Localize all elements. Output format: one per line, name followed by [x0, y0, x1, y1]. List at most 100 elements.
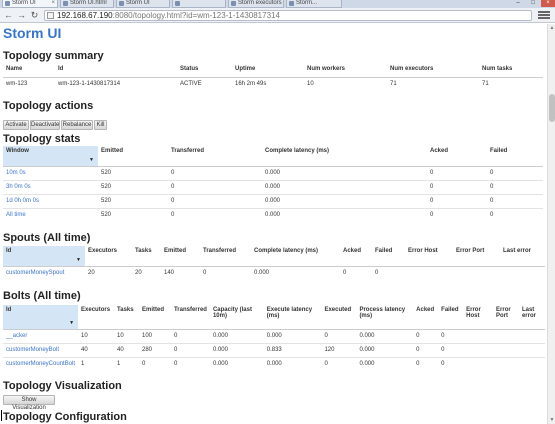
bolts-cell: 100	[139, 328, 171, 343]
spouts-header[interactable]: Emitted	[161, 246, 200, 267]
sort-down-icon: ▼	[76, 256, 81, 263]
tab-favicon-icon	[119, 1, 124, 6]
bolts-header[interactable]: Capacity (last 10m)	[209, 305, 264, 330]
stats-header[interactable]: Acked	[427, 146, 487, 167]
browser-tab[interactable]: Storm...	[286, 0, 342, 8]
summary-cell: ACTIVE	[177, 76, 232, 91]
configuration-heading: Topology Configuration	[3, 411, 127, 423]
summary-header[interactable]: Id	[55, 64, 177, 78]
sort-down-icon: ▼	[69, 319, 75, 326]
url-host: 192.168.67.190	[57, 11, 113, 20]
bolts-cell: 0	[438, 328, 464, 343]
spouts-header[interactable]: Error Host	[405, 246, 453, 267]
scroll-down-icon[interactable]: ▼	[548, 416, 555, 424]
bolts-cell: 120	[321, 342, 357, 357]
stats-window-link[interactable]: All time	[6, 212, 26, 218]
bolts-header[interactable]: Process latency (ms)	[356, 305, 414, 330]
bolts-header[interactable]: Executors	[78, 305, 115, 330]
bolts-cell: 10	[78, 328, 115, 343]
stats-window-link[interactable]: 3h 0m 0s	[6, 184, 31, 190]
table-row: 10m 0s 520 0 0.000 0 0	[3, 165, 543, 180]
spouts-header[interactable]: Transferred	[200, 246, 251, 267]
bolts-header[interactable]: Failed	[438, 305, 464, 330]
spouts-header[interactable]: Error Port	[453, 246, 500, 267]
actions-heading: Topology actions	[3, 100, 94, 112]
bolts-cell	[463, 356, 494, 371]
stats-header[interactable]: Window ▼	[3, 146, 98, 167]
stats-cell: 0	[487, 179, 543, 194]
summary-header[interactable]: Uptime	[232, 64, 304, 78]
spouts-header[interactable]: Executors	[85, 246, 132, 267]
bolts-header[interactable]: Acked	[413, 305, 439, 330]
stats-window-link[interactable]: 10m 0s	[6, 170, 26, 176]
bolts-header[interactable]: Emitted	[139, 305, 171, 330]
page-scrollbar[interactable]: ▲ ▼	[547, 24, 555, 424]
summary-header[interactable]: Status	[177, 64, 232, 78]
bolt-id-link[interactable]: customerMoneyCountBolt	[6, 361, 75, 367]
bolts-header[interactable]: Id ▼	[3, 305, 79, 330]
bolt-id-link[interactable]: customerMoneyBolt	[6, 347, 59, 353]
summary-header[interactable]: Num tasks	[479, 64, 543, 78]
browser-tab[interactable]: Storm UI.html	[60, 0, 114, 8]
bolts-header[interactable]: Error Port	[493, 305, 519, 330]
spouts-header[interactable]: Failed	[372, 246, 405, 267]
spouts-header[interactable]: Last error	[500, 246, 545, 267]
spouts-header[interactable]: Tasks	[132, 246, 161, 267]
rebalance-button[interactable]: Rebalance	[61, 120, 93, 130]
bolts-header[interactable]: Execute latency (ms)	[263, 305, 322, 330]
stats-table: Window ▼ Emitted Transferred Complete lat…	[3, 146, 543, 222]
kill-button[interactable]: Kill	[94, 120, 107, 130]
bolts-cell: 1	[78, 356, 115, 371]
bolts-cell: 0.000	[209, 356, 264, 371]
browser-tab[interactable]	[172, 0, 226, 8]
table-row: All time 520 0 0.000 0 0	[3, 207, 543, 222]
stats-cell: 520	[98, 193, 168, 208]
summary-header[interactable]: Num executors	[387, 64, 479, 78]
stats-cell: 0	[168, 193, 262, 208]
stats-header[interactable]: Transferred	[168, 146, 262, 167]
bolts-header[interactable]: Tasks	[114, 305, 139, 330]
deactivate-button[interactable]: Deactivate	[30, 120, 60, 130]
table-row: customerMoneyBolt 40 40 280 0 0.000 0.83…	[3, 342, 545, 357]
minimize-window-icon[interactable]: –	[511, 0, 525, 7]
tab-label: Storm UI	[126, 0, 150, 6]
spouts-header[interactable]: Acked	[340, 246, 372, 267]
spouts-header[interactable]: Id ▼	[3, 246, 85, 267]
close-tab-icon[interactable]: ×	[51, 0, 55, 7]
stats-header[interactable]: Failed	[487, 146, 543, 167]
bolts-header[interactable]: Error Host	[463, 305, 494, 330]
browser-tab[interactable]: Storm UI	[116, 0, 170, 8]
bolts-cell	[493, 328, 519, 343]
summary-header[interactable]: Num workers	[304, 64, 387, 78]
spout-id-link[interactable]: customerMoneySpout	[6, 270, 64, 276]
scrollbar-thumb[interactable]	[549, 94, 555, 122]
bolts-header[interactable]: Executed	[321, 305, 357, 330]
stats-header[interactable]: Complete latency (ms)	[262, 146, 427, 167]
activate-button[interactable]: Activate	[3, 120, 29, 130]
browser-tab[interactable]: Storm executors	[228, 0, 284, 8]
show-visualization-button[interactable]: Show Visualization	[3, 395, 55, 411]
browser-tab[interactable]: Storm UI ×	[2, 0, 58, 8]
spouts-cell: 0	[200, 265, 251, 280]
visualization-heading: Topology Visualization	[3, 380, 122, 392]
bolts-cell: 0.000	[263, 328, 322, 343]
bolts-header[interactable]: Transferred	[170, 305, 210, 330]
close-window-icon[interactable]: ×	[541, 0, 555, 7]
url-input[interactable]: 192.168.67.190:8080/topology.html?id=wm-…	[44, 10, 532, 21]
back-icon[interactable]: ←	[3, 10, 14, 21]
summary-header[interactable]: Name	[3, 64, 55, 78]
bolt-id-link[interactable]: __acker	[6, 333, 27, 339]
bolts-cell	[493, 356, 519, 371]
stats-header[interactable]: Emitted	[98, 146, 168, 167]
reload-icon[interactable]: ↻	[29, 10, 40, 21]
maximize-window-icon[interactable]: □	[526, 0, 540, 7]
bolts-cell: 1	[114, 356, 139, 371]
stats-window-link[interactable]: 1d 0h 0m 0s	[6, 198, 39, 204]
scroll-up-icon[interactable]: ▲	[548, 24, 555, 32]
bolts-cell: 10	[114, 328, 139, 343]
spouts-header[interactable]: Complete latency (ms)	[251, 246, 340, 267]
browser-menu-icon[interactable]	[538, 11, 550, 20]
bolts-header[interactable]: Last error	[518, 305, 545, 330]
table-row: __acker 10 10 100 0 0.000 0.000 0 0.000 …	[3, 328, 545, 343]
forward-icon[interactable]: →	[16, 10, 27, 21]
